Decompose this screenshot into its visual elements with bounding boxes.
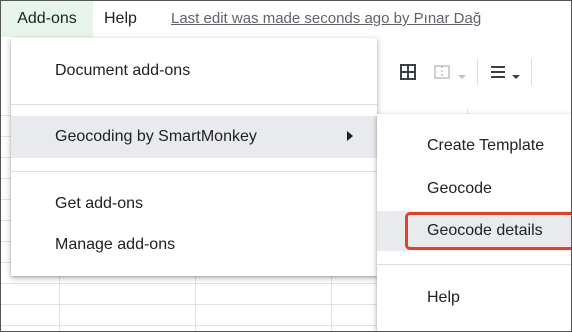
addons-dropdown-menu: Document add-ons Geocoding by SmartMonke… [11, 38, 377, 276]
menu-help[interactable]: Help [104, 1, 148, 37]
highlight-callout [405, 212, 571, 250]
triangle-right-icon [347, 131, 353, 141]
toolbar-divider [531, 59, 532, 85]
menu-item-label: Geocoding by SmartMonkey [55, 128, 257, 145]
dropdown-icon[interactable] [457, 67, 467, 85]
submenu-item-create-template[interactable]: Create Template [377, 126, 571, 166]
menu-item-manage-addons[interactable]: Manage add-ons [11, 225, 377, 265]
menu-item-label: Manage add-ons [55, 236, 176, 253]
submenu-item-help[interactable]: Help [377, 278, 571, 318]
submenu-item-label: Geocode [427, 180, 492, 197]
menu-bar: Add-ons Help Last edit was made seconds … [1, 1, 571, 37]
menu-separator [11, 171, 377, 172]
table-grid-icon[interactable] [399, 63, 417, 85]
menu-item-label: Document add-ons [55, 62, 191, 79]
menu-addons[interactable]: Add-ons [1, 1, 93, 37]
merge-cells-icon[interactable] [433, 63, 451, 85]
menu-item-geocoding-smartmonkey[interactable]: Geocoding by SmartMonkey [11, 116, 377, 158]
menu-separator [11, 104, 377, 105]
submenu-item-geocode[interactable]: Geocode [377, 169, 571, 209]
submenu-item-label: Create Template [427, 137, 545, 154]
last-edit-link[interactable]: Last edit was made seconds ago by Pınar … [171, 1, 481, 37]
dropdown-icon[interactable] [511, 67, 521, 85]
toolbar-divider [477, 59, 478, 85]
menu-item-label: Get add-ons [55, 195, 144, 212]
menu-item-document-addons[interactable]: Document add-ons [11, 51, 377, 91]
submenu-item-label: Help [427, 289, 460, 306]
app-window: Add-ons Help Last edit was made seconds … [0, 0, 572, 332]
menu-separator [377, 264, 571, 265]
align-icon[interactable] [489, 63, 507, 85]
geocoding-submenu: Create Template Geocode Geocode details … [377, 114, 571, 331]
menu-item-get-addons[interactable]: Get add-ons [11, 184, 377, 224]
